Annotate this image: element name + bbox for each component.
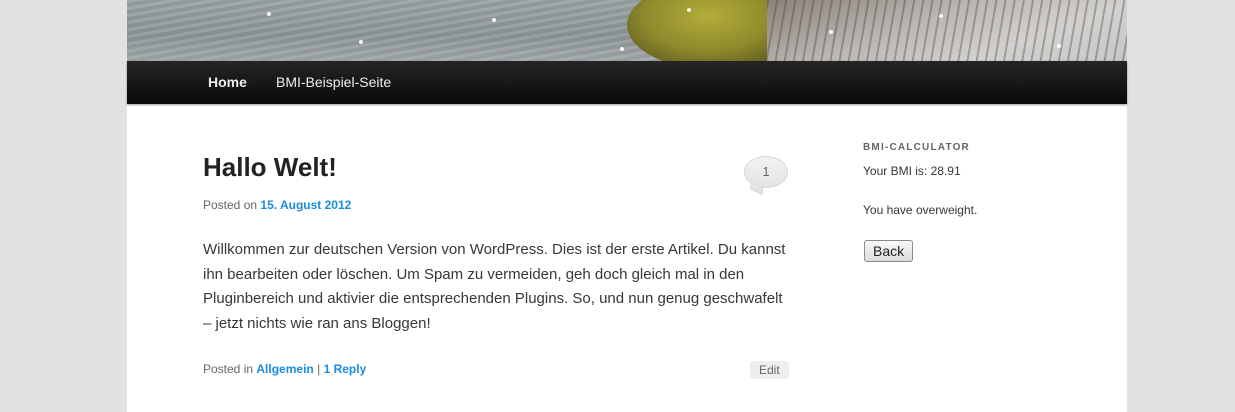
post-footer: Posted in Allgemein | 1 Reply [203,362,366,376]
post-date-link[interactable]: 15. August 2012 [260,198,351,212]
snowflake [492,18,496,22]
header-water [127,0,667,61]
snowflake [620,47,624,51]
post-content: Willkommen zur deutschen Version von Wor… [203,241,786,332]
snowflake [939,14,943,18]
post-title[interactable]: Hallo Welt! [203,152,337,183]
bmi-result: Your BMI is: 28.91 [863,164,961,178]
reply-label: Reply [333,362,367,376]
post-meta: Posted on 15. August 2012 [203,198,351,212]
reply-count: 1 [323,362,331,376]
snowflake [687,8,691,12]
main-navigation: Home BMI-Beispiel-Seite [127,61,1127,104]
comments-bubble-link[interactable]: 1 [744,156,788,188]
posted-on-label: Posted on [203,198,258,212]
snowflake [829,30,833,34]
back-button[interactable]: Back [864,240,914,262]
snowflake [267,12,271,16]
header-wall [767,0,1127,61]
snowflake [1057,44,1061,48]
bmi-verdict: You have overweight. [863,203,978,217]
widget-title: BMI-CALCULATOR [863,142,970,153]
snowflake [359,40,363,44]
edit-link[interactable]: Edit [750,361,789,379]
posted-in-label: Posted in [203,362,254,376]
comment-count: 1 [762,164,770,179]
header-image[interactable] [127,0,1127,61]
page: Home BMI-Beispiel-Seite Hallo Welt! 1 Po… [127,0,1127,412]
nav-item-home[interactable]: Home [208,61,247,104]
category-link[interactable]: Allgemein [256,362,313,376]
reply-link[interactable]: 1 Reply [324,362,367,376]
nav-item-bmi-beispiel-seite[interactable]: BMI-Beispiel-Seite [276,61,391,104]
footer-separator: | [317,362,321,376]
